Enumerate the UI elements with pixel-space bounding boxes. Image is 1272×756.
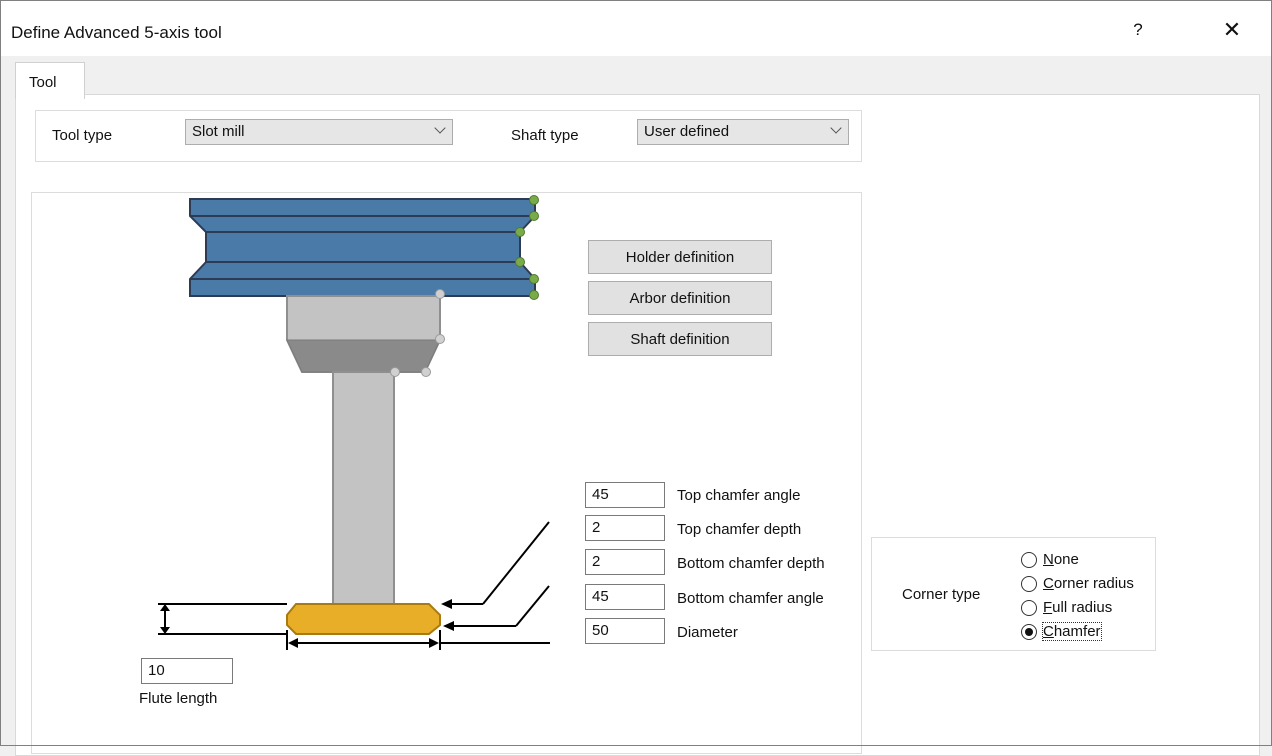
handle-dot[interactable] — [421, 367, 431, 377]
cutter-shape[interactable] — [286, 603, 441, 635]
top-chamfer-depth-input[interactable]: 2 — [585, 515, 665, 541]
radio-button[interactable] — [1021, 552, 1037, 568]
top-chamfer-angle-input[interactable]: 45 — [585, 482, 665, 508]
handle-dot[interactable] — [529, 195, 539, 205]
handle-dot[interactable] — [529, 211, 539, 221]
arbor-definition-button[interactable]: Arbor definition — [588, 281, 772, 315]
holder-shape[interactable] — [189, 198, 536, 297]
chamfer-leaders — [441, 521, 550, 631]
radio-label-accel: N — [1043, 551, 1054, 568]
handle-dot[interactable] — [515, 257, 525, 267]
radio-label-accel: C — [1043, 623, 1054, 640]
radio-label-accel: C — [1043, 575, 1054, 592]
handle-dot[interactable] — [515, 227, 525, 237]
tab-tool[interactable]: Tool — [15, 62, 85, 99]
shaft-shape[interactable] — [332, 371, 395, 605]
flute-length-dimension — [158, 603, 287, 635]
radio-label: Full radius — [1043, 599, 1112, 616]
bottom-chamfer-depth-input[interactable]: 2 — [585, 549, 665, 575]
radio-label: Corner radius — [1043, 575, 1134, 592]
bottom-chamfer-angle-label: Bottom chamfer angle — [677, 590, 824, 607]
diameter-label: Diameter — [677, 624, 738, 641]
flute-length-label: Flute length — [139, 690, 218, 707]
radio-label-rest: orner radius — [1053, 575, 1134, 592]
radio-button[interactable] — [1021, 600, 1037, 616]
diameter-input[interactable]: 50 — [585, 618, 665, 644]
top-chamfer-depth-label: Top chamfer depth — [677, 521, 802, 538]
radio-label-rest: one — [1053, 551, 1079, 568]
radio-label-rest: ull radius — [1052, 599, 1113, 616]
tab-tool-label: Tool — [29, 74, 57, 91]
handle-dot[interactable] — [390, 367, 400, 377]
shaft-definition-button[interactable]: Shaft definition — [588, 322, 772, 356]
handle-dot[interactable] — [529, 274, 539, 284]
radio-label: Chamfer — [1042, 622, 1102, 641]
handle-dot[interactable] — [529, 290, 539, 300]
corner-type-label: Corner type — [902, 586, 981, 603]
flute-length-input[interactable]: 10 — [141, 658, 233, 684]
radio-button-selected[interactable] — [1021, 624, 1037, 640]
handle-dot[interactable] — [435, 289, 445, 299]
radio-label: None — [1043, 551, 1079, 568]
handle-dot[interactable] — [435, 334, 445, 344]
radio-label-accel: F — [1043, 599, 1053, 616]
radio-button[interactable] — [1021, 576, 1037, 592]
bottom-chamfer-depth-label: Bottom chamfer depth — [677, 555, 825, 572]
bottom-chamfer-angle-input[interactable]: 45 — [585, 584, 665, 610]
top-chamfer-angle-label: Top chamfer angle — [677, 487, 801, 504]
arbor-taper — [286, 339, 441, 373]
holder-definition-button[interactable]: Holder definition — [588, 240, 772, 274]
radio-label-rest: hamfer — [1053, 623, 1101, 640]
